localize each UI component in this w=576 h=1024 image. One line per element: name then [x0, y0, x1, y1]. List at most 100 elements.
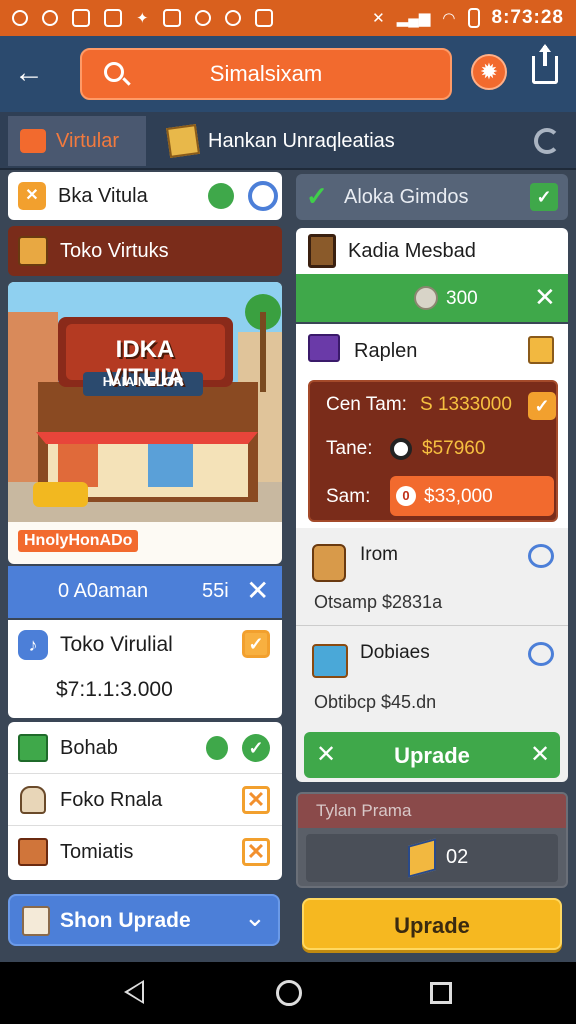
item-label: Foko Rnala	[60, 789, 163, 811]
close-icon[interactable]: ✕	[246, 574, 269, 607]
battery-icon	[467, 8, 480, 28]
tab-hankan[interactable]: Hankan Unraqleatias	[166, 116, 395, 166]
raplen-label: Raplen	[354, 340, 418, 362]
gold-box-icon	[528, 336, 554, 364]
list-item[interactable]: Foko Rnala ✕	[8, 774, 282, 826]
location-icon	[12, 10, 28, 26]
list-item[interactable]: Tomiatis ✕	[8, 826, 282, 878]
item-label: Irom	[360, 544, 398, 565]
photo-icon	[254, 9, 273, 27]
disabled-title: Tylan Prama	[316, 801, 412, 820]
navigation-icon: ✦	[136, 10, 149, 27]
upgrade-green-button[interactable]: ✕ Uprade ✕	[304, 732, 560, 778]
header-check-icon[interactable]: ✓	[530, 183, 558, 211]
item-label: Dobiaes	[360, 642, 430, 663]
stat-label: Cen Tam:	[326, 394, 407, 415]
shield-icon[interactable]	[528, 544, 554, 568]
check-icon: ✓	[306, 181, 328, 211]
item-sub: Otsamp $2831a	[314, 592, 443, 612]
balance-value: 55i	[202, 580, 229, 602]
back-arrow-icon[interactable]: ←	[14, 58, 44, 88]
item-sub: Obtibcp $45.dn	[314, 692, 437, 712]
stat-label: Sam:	[326, 486, 371, 507]
balance-label: 0 A0aman	[58, 580, 149, 602]
wallet-icon	[308, 334, 340, 362]
banner-tag: HnolyHonADo	[18, 530, 139, 552]
link-icon: ♪	[18, 630, 48, 660]
settings-gear-icon[interactable]: ✹	[471, 54, 507, 90]
stat-value: $57960	[422, 438, 486, 459]
right-header-label: Aloka Gimdos	[344, 186, 469, 208]
disabled-value: 02	[446, 846, 469, 868]
coin-bar: 300 ✕	[296, 274, 568, 322]
right-header: ✓ Aloka Gimdos ✓	[296, 174, 568, 220]
scroll-icon	[22, 906, 50, 936]
tab-virtular-label: Virtular	[56, 129, 119, 152]
item-label: Tomiatis	[60, 841, 134, 863]
person-icon	[206, 736, 228, 760]
home-nav-icon[interactable]	[276, 980, 302, 1006]
item-x-icon[interactable]: ✕	[242, 786, 270, 814]
upgrade-yellow-button[interactable]: Uprade	[302, 898, 562, 950]
stats-panel: Cen Tam: S 1333000 ✓ Tane: $57960 Sam: 0…	[308, 380, 558, 522]
upgrade-green-label: Uprade	[394, 743, 470, 768]
tablet-icon	[308, 234, 336, 268]
item-x-icon[interactable]: ✕	[242, 838, 270, 866]
shield-icon[interactable]	[528, 642, 554, 666]
back-nav-icon-inner	[128, 983, 142, 1001]
coin-icon: 0	[396, 486, 416, 506]
crate-icon	[18, 838, 48, 866]
recents-nav-icon[interactable]	[430, 982, 452, 1004]
list-item[interactable]: Bohab ✓	[8, 722, 282, 774]
boost-icon	[408, 838, 436, 878]
shop-upgrade-label: Shon Uprade	[60, 909, 191, 932]
kadia-row[interactable]: Kadia Mesbad	[296, 228, 568, 274]
camera-icon	[224, 10, 241, 26]
list-item[interactable]: Dobiaes Obtibcp $45.dn	[296, 628, 568, 724]
bag-icon	[72, 9, 90, 27]
user-icon	[208, 183, 234, 209]
target-icon[interactable]	[248, 181, 278, 211]
disabled-panel: Tylan Prama 02	[296, 792, 568, 888]
search-bar[interactable]: Simalsixam	[80, 48, 452, 100]
stat-check-icon[interactable]: ✓	[528, 392, 556, 420]
signal-icon: ▂▄▆	[396, 10, 431, 27]
coin-stack-icon	[414, 286, 438, 310]
mute-icon: ✕	[372, 10, 385, 27]
refresh-icon[interactable]	[534, 128, 560, 154]
toko-card[interactable]: ♪ Toko Virulial ✓ $7:1.1:3.000	[8, 620, 282, 718]
banner-sign-subtitle: HAIA NELOR	[102, 374, 184, 389]
coin-value: 300	[446, 288, 478, 309]
tab-virtular[interactable]: Virtular	[8, 116, 146, 166]
chest-icon	[312, 644, 348, 678]
close-icon[interactable]: ✕	[534, 282, 556, 313]
shop-upgrade-button[interactable]: Shon Uprade ⌄	[8, 894, 280, 946]
toko-checkbox[interactable]: ✓	[242, 630, 270, 658]
shop-name-row[interactable]: ✕ Bka Vitula	[8, 172, 282, 220]
shop-illustration	[8, 282, 282, 522]
shop-banner-card[interactable]: IDKA VITUIA HAIA NELOR HnolyHonADo	[8, 282, 282, 564]
item-check-icon[interactable]: ✓	[242, 734, 270, 762]
upgrade-yellow-label: Uprade	[394, 913, 470, 938]
whatsapp-icon	[194, 10, 211, 26]
upgrade-list: Irom Otsamp $2831a Dobiaes Obtibcp $45.d…	[296, 528, 568, 782]
stat-value: S 1333000	[420, 394, 512, 415]
shop-badge-icon: ✕	[18, 182, 46, 210]
mail-icon	[104, 9, 122, 27]
tab-bar: Virtular Hankan Unraqleatias	[0, 112, 576, 170]
search-label: Simalsixam	[209, 61, 323, 86]
balance-row: 0 A0aman 55i ✕	[8, 566, 282, 618]
item-label: Bohab	[60, 737, 118, 759]
tab-hankan-label: Hankan Unraqleatias	[208, 129, 395, 152]
sack-icon	[20, 786, 46, 814]
stat-highlight: 0 $33,000	[390, 476, 554, 516]
search-icon	[104, 62, 124, 82]
raplen-card: Raplen Cen Tam: S 1333000 ✓ Tane: $57960…	[296, 324, 568, 528]
kadia-label: Kadia Mesbad	[348, 240, 476, 262]
eye-icon	[390, 438, 412, 460]
share-icon[interactable]	[532, 44, 558, 84]
disabled-header: Tylan Prama	[298, 794, 566, 828]
shop-name-label: Bka Vitula	[58, 184, 148, 207]
stat-value: $33,000	[424, 486, 493, 507]
list-item[interactable]: Irom Otsamp $2831a	[296, 528, 568, 626]
